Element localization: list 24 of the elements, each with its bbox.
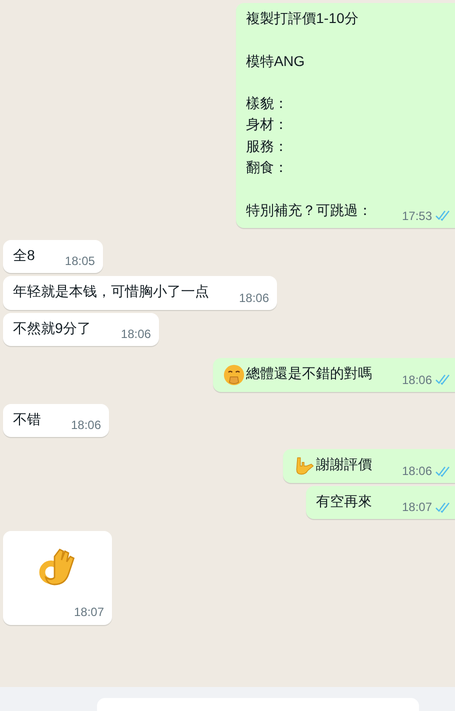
message-time: 18:06 xyxy=(402,372,432,389)
message-text: 翻食： xyxy=(246,159,288,178)
message-time: 18:06 xyxy=(239,290,270,307)
message-time: 18:05 xyxy=(64,253,95,270)
message-time: 18:06 xyxy=(402,463,432,480)
message-time: 18:06 xyxy=(71,417,102,434)
message-text: 服務： xyxy=(246,138,288,157)
message-text: 不错 xyxy=(13,410,41,430)
message-time: 18:07 xyxy=(402,499,432,516)
message-text: 樣貌： xyxy=(246,95,288,114)
message-text: 有空再來 xyxy=(316,493,372,512)
message-text: 特別補充？可跳過： xyxy=(246,202,372,221)
message-text: 複製打評價1-10分 xyxy=(246,10,358,29)
message-text: 謝謝評價 xyxy=(316,456,372,476)
message-text: 總體還是不錯的對嗎 xyxy=(246,364,372,384)
message-text: 模特ANG xyxy=(246,52,305,72)
message-text: 身材： xyxy=(246,116,288,136)
message-text: 年轻就是本钱，可惜胸小了一点 xyxy=(13,283,209,302)
message-time: 17:53 xyxy=(402,208,432,225)
face-icon xyxy=(222,364,245,386)
message-time: 18:07 xyxy=(74,604,104,622)
message-text: 全8 xyxy=(13,246,35,266)
message-time: 18:06 xyxy=(120,326,151,343)
message-text: 不然就9分了 xyxy=(13,320,91,339)
